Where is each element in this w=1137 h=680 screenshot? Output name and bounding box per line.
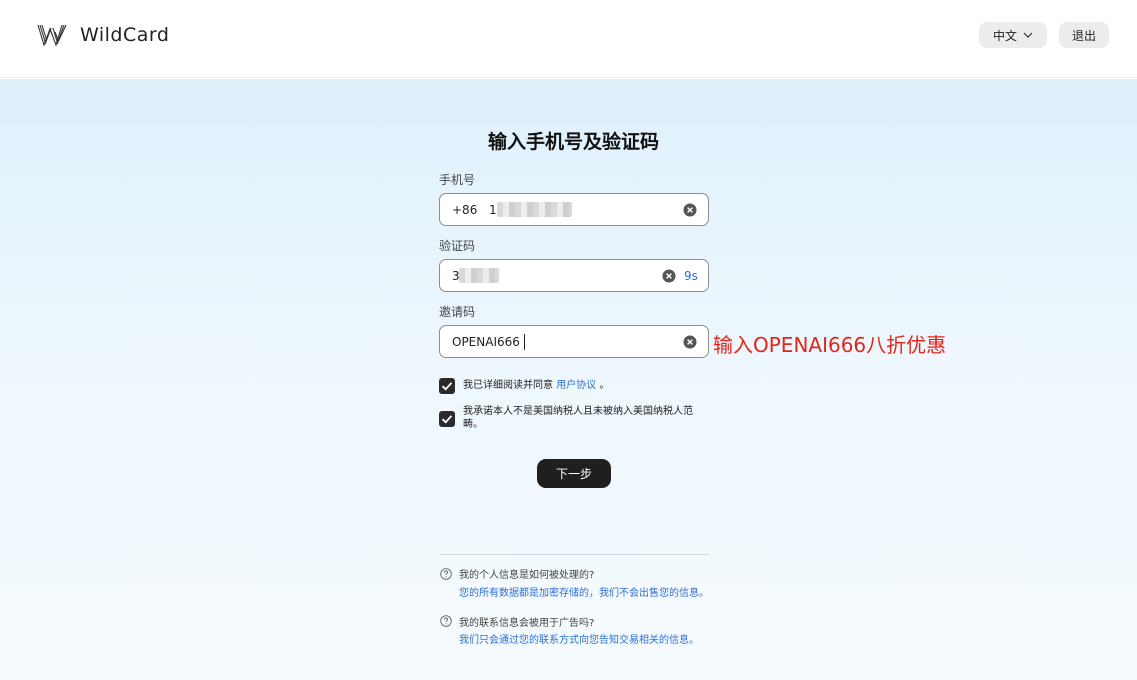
faq-answer: 我们只会通过您的联系方式向您告知交易相关的信息。	[459, 635, 699, 646]
redacted-code	[459, 268, 499, 283]
language-label: 中文	[992, 28, 1017, 43]
chevron-down-icon	[1023, 32, 1033, 38]
language-select[interactable]: 中文	[979, 22, 1047, 48]
agree-terms-checkbox[interactable]	[439, 378, 455, 394]
not-us-taxpayer-checkbox[interactable]	[439, 411, 455, 427]
invite-label: 邀请码	[439, 305, 476, 319]
page-title: 输入手机号及验证码	[487, 131, 659, 153]
faq-answer: 您的所有数据都是加密存储的，我们不会出售您的信息。	[459, 588, 709, 599]
checkmark-icon	[441, 382, 453, 391]
agree-terms-label: 我已详细阅读并同意	[463, 380, 553, 391]
verification-code-input[interactable]: 3 9s	[439, 259, 709, 292]
code-label: 验证码	[439, 239, 476, 253]
country-code[interactable]: +86	[452, 203, 477, 217]
resend-countdown: 9s	[684, 269, 698, 283]
promo-annotation: 输入OPENAI666八折优惠	[713, 333, 947, 357]
phone-label: 手机号	[439, 173, 476, 187]
phone-value: 1	[489, 203, 497, 217]
question-circle-icon	[440, 568, 452, 580]
invite-code-input[interactable]: OPENAI666	[439, 325, 709, 358]
clear-phone-icon[interactable]	[683, 203, 697, 217]
not-us-taxpayer-text: 我承诺本人不是美国纳税人且未被纳入美国纳税人范畴。	[463, 406, 693, 430]
next-step-button[interactable]: 下一步	[537, 459, 611, 488]
clear-code-icon[interactable]	[662, 269, 676, 283]
agree-terms-text: 我已详细阅读并同意 用户协议 。	[463, 379, 609, 392]
wildcard-logo-icon[interactable]	[37, 23, 67, 47]
divider	[439, 554, 709, 555]
agree-terms-suffix: 。	[599, 380, 610, 391]
faq-question: 我的联系信息会被用于广告吗?	[459, 618, 595, 629]
redacted-phone-number	[497, 202, 572, 217]
invite-value: OPENAI666	[452, 335, 520, 349]
question-circle-icon	[440, 615, 452, 627]
faq-question: 我的个人信息是如何被处理的?	[459, 570, 595, 581]
text-cursor	[524, 334, 525, 350]
user-agreement-link[interactable]: 用户协议	[556, 380, 596, 391]
top-header: WildCard 中文 退出	[0, 0, 1137, 78]
brand-name[interactable]: WildCard	[80, 24, 169, 46]
checkmark-icon	[441, 415, 453, 424]
clear-invite-icon[interactable]	[683, 335, 697, 349]
logout-button[interactable]: 退出	[1059, 22, 1109, 48]
phone-input[interactable]: +86 1	[439, 193, 709, 226]
